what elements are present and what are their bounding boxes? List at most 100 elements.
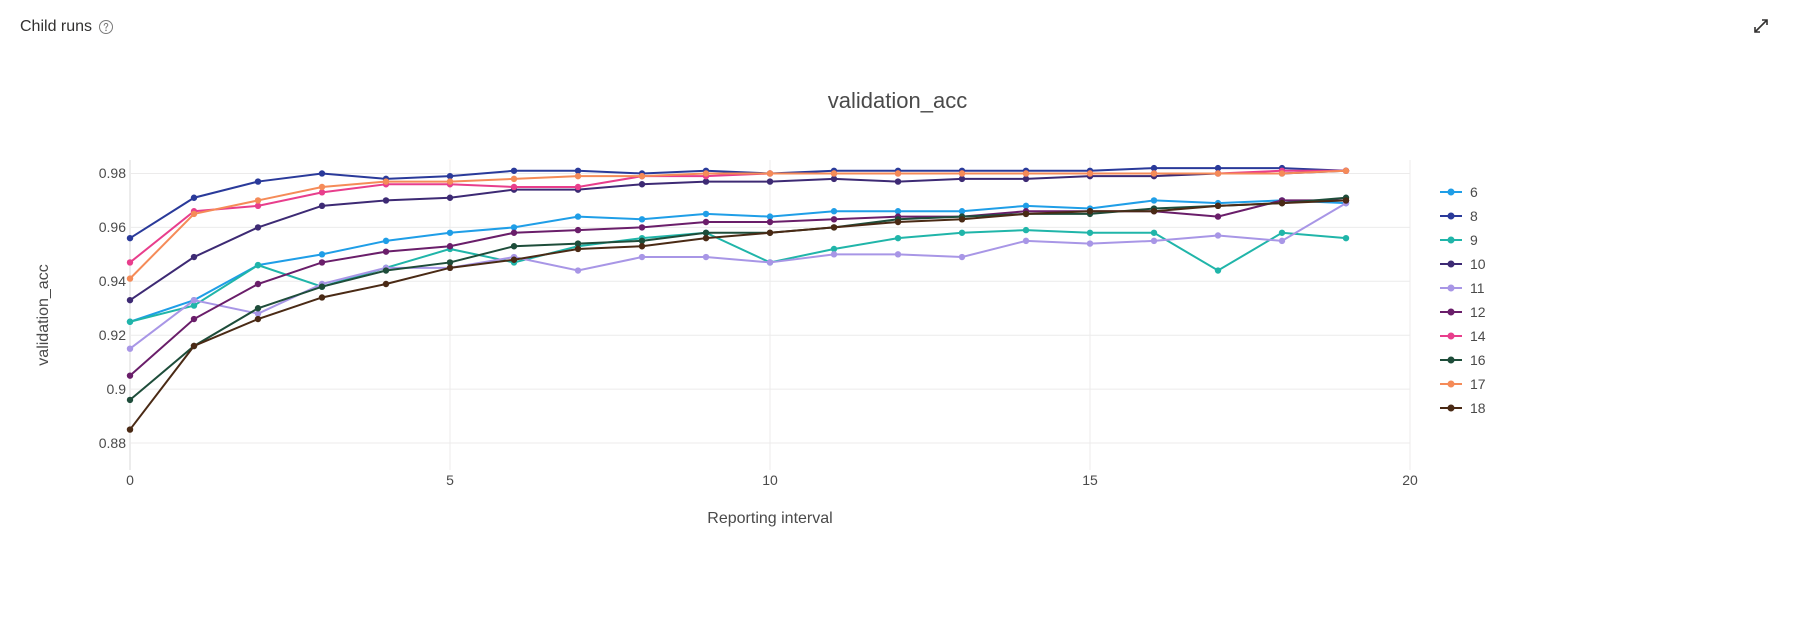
series-line[interactable]	[130, 230, 1346, 322]
series-point[interactable]	[191, 297, 197, 303]
legend-item[interactable]: 12	[1440, 300, 1486, 324]
series-point[interactable]	[639, 254, 645, 260]
series-point[interactable]	[191, 316, 197, 322]
series-point[interactable]	[383, 238, 389, 244]
series-point[interactable]	[767, 259, 773, 265]
series-point[interactable]	[383, 197, 389, 203]
series-point[interactable]	[703, 254, 709, 260]
series-point[interactable]	[639, 216, 645, 222]
series-point[interactable]	[447, 243, 453, 249]
series-point[interactable]	[1343, 168, 1349, 174]
series-point[interactable]	[511, 184, 517, 190]
series-point[interactable]	[255, 305, 261, 311]
series-point[interactable]	[127, 275, 133, 281]
series-point[interactable]	[127, 319, 133, 325]
legend-item[interactable]: 6	[1440, 180, 1486, 204]
series-point[interactable]	[511, 243, 517, 249]
series-point[interactable]	[255, 178, 261, 184]
series-point[interactable]	[639, 224, 645, 230]
chart-plot-area[interactable]	[130, 160, 1410, 470]
series-point[interactable]	[1343, 197, 1349, 203]
series-point[interactable]	[1087, 208, 1093, 214]
series-point[interactable]	[895, 235, 901, 241]
legend-item[interactable]: 10	[1440, 252, 1486, 276]
series-point[interactable]	[959, 254, 965, 260]
legend-item[interactable]: 17	[1440, 372, 1486, 396]
series-point[interactable]	[1023, 170, 1029, 176]
series-point[interactable]	[959, 230, 965, 236]
series-point[interactable]	[767, 170, 773, 176]
help-icon[interactable]	[98, 19, 114, 35]
series-point[interactable]	[1343, 235, 1349, 241]
series-point[interactable]	[959, 170, 965, 176]
series-point[interactable]	[127, 397, 133, 403]
series-point[interactable]	[831, 224, 837, 230]
series-point[interactable]	[895, 251, 901, 257]
series-point[interactable]	[1151, 230, 1157, 236]
expand-icon[interactable]	[1751, 16, 1771, 41]
series-point[interactable]	[639, 173, 645, 179]
series-line[interactable]	[130, 203, 1346, 349]
series-point[interactable]	[895, 219, 901, 225]
series-point[interactable]	[255, 316, 261, 322]
series-point[interactable]	[703, 235, 709, 241]
series-point[interactable]	[127, 297, 133, 303]
series-point[interactable]	[1279, 230, 1285, 236]
series-point[interactable]	[575, 184, 581, 190]
series-point[interactable]	[511, 257, 517, 263]
series-point[interactable]	[1279, 200, 1285, 206]
series-point[interactable]	[447, 230, 453, 236]
series-point[interactable]	[575, 227, 581, 233]
series-point[interactable]	[319, 184, 325, 190]
series-point[interactable]	[127, 372, 133, 378]
series-point[interactable]	[319, 251, 325, 257]
series-point[interactable]	[1087, 170, 1093, 176]
series-point[interactable]	[639, 181, 645, 187]
series-point[interactable]	[703, 170, 709, 176]
series-line[interactable]	[130, 171, 1346, 279]
series-point[interactable]	[895, 178, 901, 184]
series-point[interactable]	[191, 254, 197, 260]
legend-item[interactable]: 11	[1440, 276, 1486, 300]
series-point[interactable]	[575, 213, 581, 219]
legend-item[interactable]: 9	[1440, 228, 1486, 252]
series-point[interactable]	[1215, 267, 1221, 273]
series-point[interactable]	[767, 219, 773, 225]
series-point[interactable]	[127, 345, 133, 351]
series-point[interactable]	[191, 211, 197, 217]
series-point[interactable]	[1023, 227, 1029, 233]
legend-item[interactable]: 18	[1440, 396, 1486, 420]
series-point[interactable]	[703, 211, 709, 217]
series-point[interactable]	[127, 426, 133, 432]
series-point[interactable]	[1279, 170, 1285, 176]
legend-item[interactable]: 16	[1440, 348, 1486, 372]
series-point[interactable]	[767, 230, 773, 236]
series-point[interactable]	[383, 178, 389, 184]
series-point[interactable]	[959, 216, 965, 222]
series-point[interactable]	[1215, 203, 1221, 209]
series-point[interactable]	[703, 219, 709, 225]
series-point[interactable]	[1151, 208, 1157, 214]
series-point[interactable]	[383, 248, 389, 254]
series-point[interactable]	[1151, 197, 1157, 203]
series-point[interactable]	[319, 203, 325, 209]
series-point[interactable]	[319, 170, 325, 176]
series-point[interactable]	[191, 195, 197, 201]
series-point[interactable]	[1087, 240, 1093, 246]
series-point[interactable]	[255, 262, 261, 268]
series-line[interactable]	[130, 198, 1346, 400]
series-point[interactable]	[1279, 238, 1285, 244]
series-line[interactable]	[130, 200, 1346, 429]
series-point[interactable]	[447, 178, 453, 184]
legend-item[interactable]: 14	[1440, 324, 1486, 348]
series-point[interactable]	[1087, 230, 1093, 236]
series-point[interactable]	[447, 265, 453, 271]
series-point[interactable]	[895, 170, 901, 176]
series-point[interactable]	[255, 197, 261, 203]
series-point[interactable]	[127, 259, 133, 265]
series-point[interactable]	[511, 176, 517, 182]
series-point[interactable]	[1023, 238, 1029, 244]
series-point[interactable]	[639, 243, 645, 249]
series-line[interactable]	[130, 200, 1346, 321]
series-point[interactable]	[1215, 232, 1221, 238]
